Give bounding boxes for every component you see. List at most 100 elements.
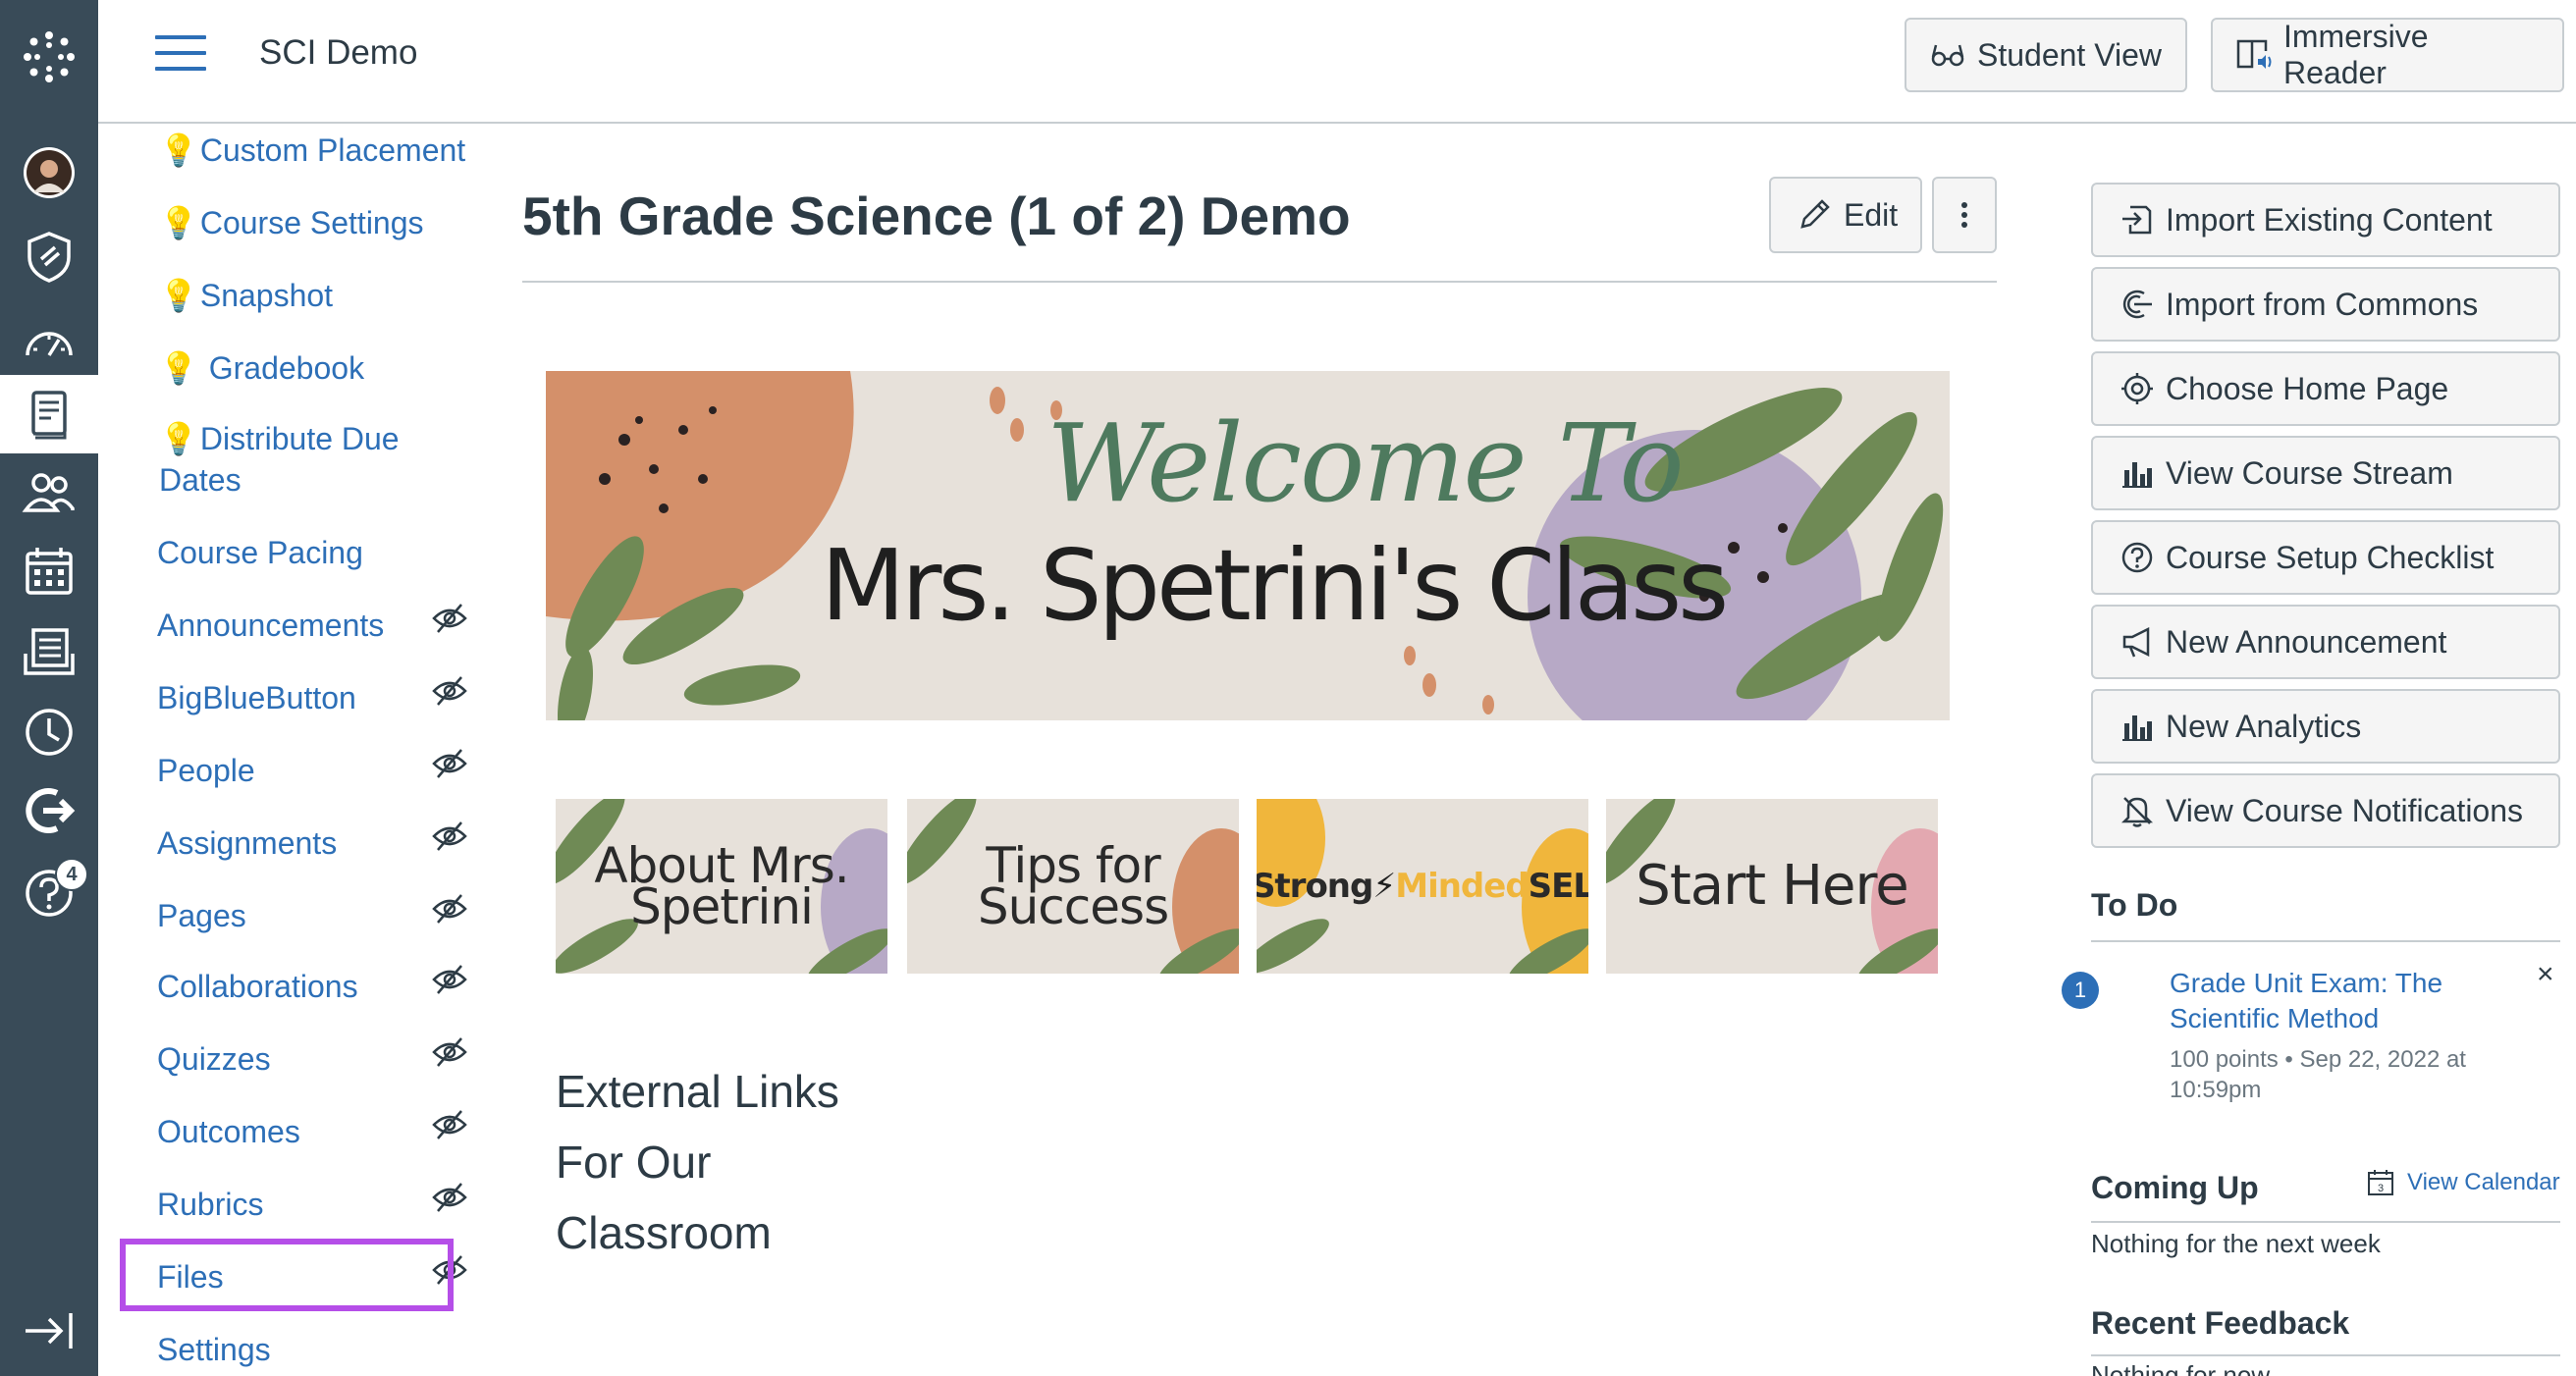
tile-label: Spetrini — [630, 878, 814, 935]
megaphone-icon — [2122, 626, 2150, 658]
bar-chart-icon — [2122, 462, 2152, 488]
recent-feedback-divider — [2091, 1354, 2560, 1356]
canvas-logo-icon[interactable] — [0, 18, 98, 96]
groups-people-icon[interactable] — [0, 453, 98, 532]
question-icon — [2121, 542, 2153, 573]
lightbulb-icon: 💡 — [159, 205, 198, 240]
todo-heading: To Do — [2091, 887, 2178, 923]
eye-slash-icon — [432, 749, 467, 778]
svg-text:3: 3 — [2378, 1183, 2384, 1194]
close-icon[interactable]: × — [2537, 958, 2554, 991]
course-nav-item-outcomes[interactable]: Outcomes — [157, 1111, 300, 1152]
calendar-icon: 3 — [2368, 1170, 2393, 1195]
pencil-icon — [1800, 199, 1830, 229]
immersive-reader-button[interactable]: Immersive Reader — [2211, 18, 2564, 92]
welcome-banner-image: Welcome To Mrs. Spetrini's Class — [546, 371, 1950, 720]
todo-item-link[interactable]: Grade Unit Exam: The Scientific Method — [2170, 966, 2494, 1036]
bell-icon — [2120, 797, 2154, 827]
course-setup-checklist-button[interactable]: Course Setup Checklist — [2091, 520, 2560, 595]
about-mrs-spetrini-tile[interactable]: About Mrs. Spetrini — [556, 799, 887, 974]
lightbulb-icon: 💡 — [159, 278, 198, 313]
course-nav-item-assignments[interactable]: Assignments — [157, 822, 337, 864]
history-clock-icon[interactable] — [0, 693, 98, 771]
files-highlight-box — [120, 1239, 454, 1311]
bar-chart-icon — [2122, 715, 2152, 741]
button-label: Import from Commons — [2166, 286, 2479, 322]
course-nav-item-bigbluebutton[interactable]: BigBlueButton — [157, 677, 356, 718]
eye-slash-icon — [432, 676, 467, 706]
course-navigation: 💡Custom Placement 💡Course Settings 💡Snap… — [98, 126, 491, 1376]
course-nav-item-course-pacing[interactable]: Course Pacing — [157, 532, 363, 573]
tile-label: Minded — [1395, 867, 1529, 906]
button-label: View Course Notifications — [2166, 792, 2524, 828]
eye-slash-icon — [432, 1110, 467, 1139]
import-from-commons-button[interactable]: Import from Commons — [2091, 267, 2560, 342]
new-announcement-button[interactable]: New Announcement — [2091, 605, 2560, 679]
course-nav-item-quizzes[interactable]: Quizzes — [157, 1038, 271, 1080]
view-course-notifications-button[interactable]: View Course Notifications — [2091, 773, 2560, 848]
lightbulb-icon: 💡 — [159, 350, 198, 386]
eye-slash-icon — [432, 894, 467, 924]
page-title: 5th Grade Science (1 of 2) Demo — [522, 185, 1351, 246]
course-nav-item-people[interactable]: People — [157, 750, 255, 791]
lightbulb-icon: 💡 — [159, 421, 198, 456]
import-icon — [2122, 205, 2152, 235]
banner-welcome-text: Welcome To — [1046, 400, 1685, 526]
tile-label: Start Here — [1636, 854, 1908, 918]
course-nav-item-pages[interactable]: Pages — [157, 895, 246, 936]
breadcrumb-course-title[interactable]: SCI Demo — [259, 33, 417, 73]
course-nav-item-gradebook[interactable]: 💡 Gradebook — [159, 347, 364, 389]
hamburger-menu-icon[interactable] — [155, 35, 206, 75]
more-options-button[interactable] — [1932, 177, 1997, 253]
todo-item-meta: 100 points • Sep 22, 2022 at 10:59pm — [2170, 1046, 2466, 1103]
eye-slash-icon — [432, 1037, 467, 1067]
account-avatar-icon[interactable] — [0, 133, 98, 212]
course-nav-item-settings[interactable]: Settings — [157, 1329, 271, 1370]
commons-arrow-icon[interactable] — [0, 771, 98, 850]
dashboard-gauge-icon[interactable] — [0, 304, 98, 383]
inbox-icon[interactable] — [0, 612, 98, 691]
new-analytics-button[interactable]: New Analytics — [2091, 689, 2560, 764]
lightning-icon: ⚡ — [1372, 867, 1396, 906]
student-view-button[interactable]: Student View — [1905, 18, 2187, 92]
eye-slash-icon — [432, 821, 467, 851]
lightbulb-icon: 💡 — [159, 132, 198, 168]
start-here-tile[interactable]: Start Here — [1606, 799, 1938, 974]
tile-label: Success — [977, 878, 1169, 935]
immersive-reader-icon — [2236, 39, 2272, 69]
eye-slash-icon — [432, 604, 467, 633]
admin-shield-icon[interactable] — [0, 218, 98, 296]
edit-button[interactable]: Edit — [1769, 177, 1922, 253]
calendar-icon[interactable] — [0, 532, 98, 610]
title-divider — [522, 281, 1997, 283]
view-calendar-link[interactable]: 3 View Calendar — [2366, 1168, 2560, 1197]
view-course-stream-button[interactable]: View Course Stream — [2091, 436, 2560, 510]
strong-minded-sel-tile[interactable]: Strong⚡MindedSEL — [1257, 799, 1588, 974]
course-nav-item-custom-placement[interactable]: 💡Custom Placement — [159, 130, 465, 171]
button-label: Import Existing Content — [2166, 201, 2493, 238]
collapse-nav-icon[interactable] — [0, 1292, 98, 1370]
course-nav-item-collaborations[interactable]: Collaborations — [157, 966, 358, 1007]
recent-feedback-empty-text: Nothing for now — [2091, 1360, 2271, 1376]
course-nav-item-distribute-due-dates[interactable]: 💡Distribute Due Dates — [159, 418, 454, 501]
eye-slash-icon — [432, 965, 467, 994]
course-nav-item-rubrics[interactable]: Rubrics — [157, 1184, 263, 1225]
import-existing-content-button[interactable]: Import Existing Content — [2091, 183, 2560, 257]
tile-label: Strong — [1257, 867, 1373, 906]
edit-label: Edit — [1844, 196, 1899, 233]
button-label: Course Setup Checklist — [2166, 539, 2495, 575]
course-nav-item-snapshot[interactable]: 💡Snapshot — [159, 275, 333, 316]
external-links-heading: External Links For Our Classroom — [556, 1066, 839, 1258]
help-icon[interactable]: 4 — [0, 852, 98, 930]
global-navigation: 4 — [0, 0, 98, 1376]
top-header: SCI Demo Student View Immersive Reader — [98, 0, 2576, 124]
tips-for-success-tile[interactable]: Tips for Success — [907, 799, 1239, 974]
course-nav-item-announcements[interactable]: Announcements — [157, 605, 384, 646]
todo-count-badge: 1 — [2062, 972, 2099, 1009]
tile-label: SEL — [1528, 867, 1588, 906]
courses-book-icon[interactable] — [0, 375, 98, 453]
choose-home-page-button[interactable]: Choose Home Page — [2091, 351, 2560, 426]
eye-slash-icon — [432, 1183, 467, 1212]
kebab-menu-icon — [1961, 202, 1967, 228]
course-nav-item-course-settings[interactable]: 💡Course Settings — [159, 202, 424, 243]
